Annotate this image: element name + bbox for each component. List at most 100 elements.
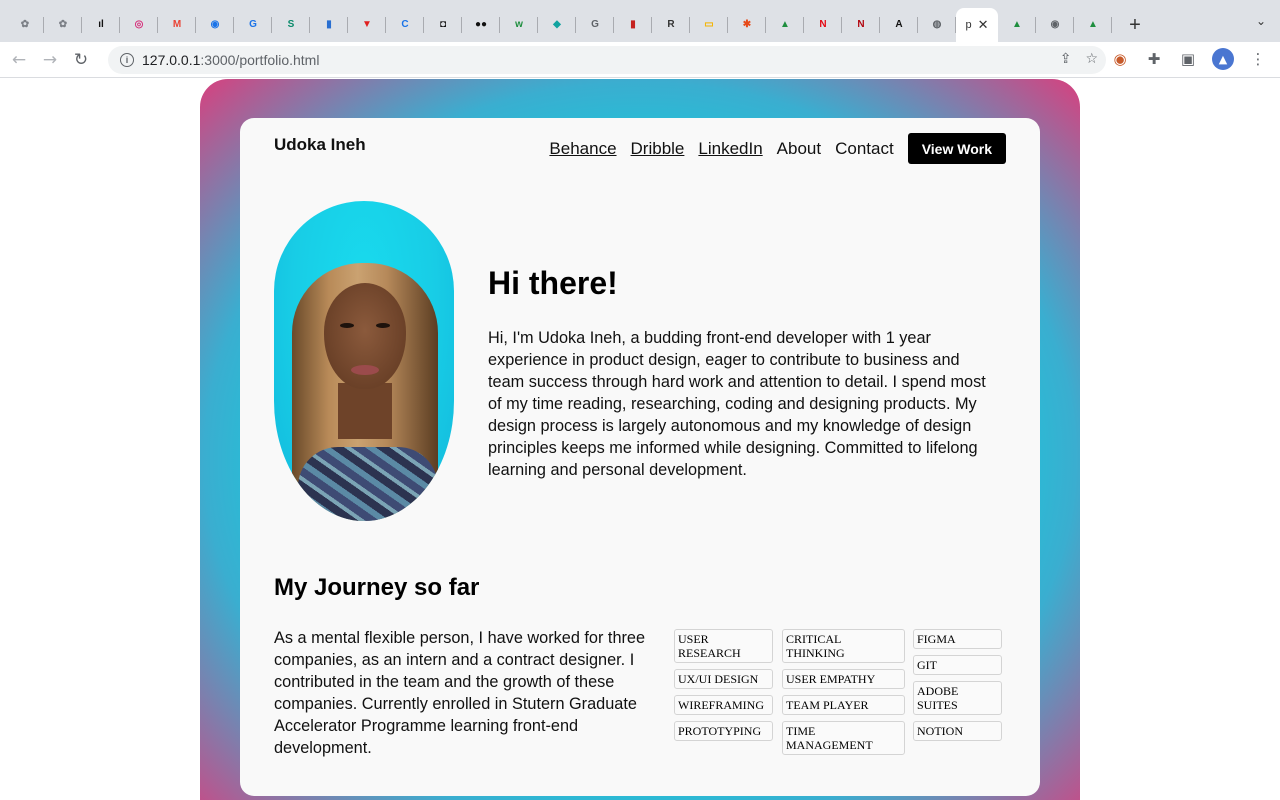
pluralsight-icon: ıl (98, 19, 104, 30)
skills-column-2: CRITICAL THINKING USER EMPATHY TEAM PLAY… (782, 629, 905, 755)
chrome-icon: ◉ (1050, 19, 1060, 30)
browser-tab[interactable]: C (386, 8, 424, 42)
active-tab[interactable]: p ✕ (956, 8, 998, 42)
browser-tab[interactable]: ●● (462, 8, 500, 42)
skill-tag: WIREFRAMING (674, 695, 773, 715)
hero-greeting: Hi there! (488, 265, 618, 301)
browser-tab[interactable]: ◎ (120, 8, 158, 42)
browser-tab[interactable]: ▮ (614, 8, 652, 42)
site-info-icon[interactable]: i (120, 53, 134, 67)
browser-tab[interactable]: G (234, 8, 272, 42)
browser-tab[interactable]: ◉ (1036, 8, 1074, 42)
browser-tab[interactable]: ◘ (424, 8, 462, 42)
browser-tab[interactable]: ▲ (1074, 8, 1112, 42)
bookmark-icon: ▮ (630, 19, 636, 30)
browser-tab[interactable]: ▲ (998, 8, 1036, 42)
nav-link-linkedin[interactable]: LinkedIn (698, 139, 762, 159)
webflow-icon: w (515, 19, 523, 30)
active-tab-title: p (965, 18, 972, 31)
nav-link-behance[interactable]: Behance (549, 139, 616, 159)
browser-toolbar: ← → ↻ i 127.0.0.1:3000/portfolio.html ⇪ … (0, 42, 1280, 78)
browser-tab[interactable]: G (576, 8, 614, 42)
grammarly-icon: G (249, 19, 257, 30)
skill-tag: USER EMPATHY (782, 669, 905, 689)
profile-avatar[interactable]: ▲ (1212, 48, 1234, 70)
browser-tab[interactable]: R (652, 8, 690, 42)
close-tab-icon[interactable]: ✕ (978, 18, 989, 33)
docs-icon: G (591, 19, 599, 30)
tab-search-icon[interactable]: ⌄ (1256, 14, 1266, 28)
skill-tag: PROTOTYPING (674, 721, 773, 741)
vivaldi-icon: ▼ (362, 19, 372, 30)
app-icon: ✿ (58, 19, 68, 30)
book-icon: ▮ (326, 19, 332, 30)
photo-outfit (298, 447, 438, 521)
medium-icon: ●● (474, 19, 488, 30)
browser-tab[interactable]: ◍ (918, 8, 956, 42)
url-path: :3000/portfolio.html (200, 52, 320, 68)
nav-link-dribble[interactable]: Dribble (631, 139, 685, 159)
forward-button[interactable]: → (38, 48, 62, 72)
site-nav: Behance Dribble LinkedIn About Contact V… (535, 133, 1006, 164)
browser-tab[interactable]: ▲ (766, 8, 804, 42)
browser-tab[interactable]: ✱ (728, 8, 766, 42)
drive-icon: ▲ (1088, 19, 1098, 30)
nav-link-contact[interactable]: Contact (835, 139, 894, 159)
browser-tab[interactable]: ◉ (196, 8, 234, 42)
profile-photo (274, 201, 454, 521)
asterisk-icon: ✱ (742, 19, 752, 30)
slides-icon: ▭ (704, 19, 714, 30)
netflix-icon: N (857, 19, 865, 30)
chrome-menu-icon[interactable]: ⋮ (1248, 49, 1268, 69)
skill-tag: NOTION (913, 721, 1002, 741)
journey-title: My Journey so far (274, 574, 480, 601)
browser-tab[interactable]: N (804, 8, 842, 42)
photo-neck (338, 383, 392, 439)
browser-tab[interactable]: ✿ (44, 8, 82, 42)
instagram-icon: ◎ (134, 19, 144, 30)
browser-tab[interactable]: ◆ (538, 8, 576, 42)
browser-tab[interactable]: ▭ (690, 8, 728, 42)
app-icon: ✿ (20, 19, 30, 30)
address-bar[interactable]: i 127.0.0.1:3000/portfolio.html ⇪ ☆ (108, 46, 1106, 74)
reload-button[interactable]: ↻ (69, 48, 93, 72)
side-panel-icon[interactable]: ▣ (1178, 49, 1198, 69)
skill-tag: USER RESEARCH (674, 629, 773, 663)
back-button[interactable]: ← (7, 48, 31, 72)
browser-tab[interactable]: ▮ (310, 8, 348, 42)
skills-column-1: USER RESEARCH UX/UI DESIGN WIREFRAMING P… (674, 629, 773, 741)
browser-tab[interactable]: ▼ (348, 8, 386, 42)
skills-column-3: FIGMA GIT ADOBE SUITES NOTION (913, 629, 1002, 741)
new-tab-button[interactable]: + (1120, 10, 1150, 40)
skill-tag: CRITICAL THINKING (782, 629, 905, 663)
r-icon: R (667, 19, 675, 30)
browser-tab[interactable]: S (272, 8, 310, 42)
site-brand[interactable]: Udoka Ineh (274, 135, 366, 155)
coursera-icon: C (401, 19, 409, 30)
photo-eye-right (376, 323, 390, 328)
extension-ublock-icon[interactable]: ◉ (1110, 49, 1130, 69)
content-card: Udoka Ineh Behance Dribble LinkedIn Abou… (240, 118, 1040, 796)
browser-tab[interactable]: A (880, 8, 918, 42)
bookmark-star-icon[interactable]: ☆ (1085, 51, 1098, 67)
browser-tab[interactable]: M (158, 8, 196, 42)
globe-icon: ◍ (932, 19, 942, 30)
browser-tab[interactable]: ✿ (6, 8, 44, 42)
drive-icon: ▲ (1012, 19, 1022, 30)
media-icon: ◘ (439, 19, 447, 30)
skill-tag: TIME MANAGEMENT (782, 721, 905, 755)
skill-tag: TEAM PLAYER (782, 695, 905, 715)
browser-tab[interactable]: w (500, 8, 538, 42)
url-host: 127.0.0.1 (142, 52, 201, 68)
nav-link-about[interactable]: About (777, 139, 821, 159)
browser-tab[interactable]: N (842, 8, 880, 42)
extensions-puzzle-icon[interactable]: ✚ (1144, 49, 1164, 69)
scribd-icon: S (287, 19, 295, 30)
view-work-button[interactable]: View Work (907, 133, 1006, 164)
skill-tag: FIGMA (913, 629, 1002, 649)
photo-eye-left (340, 323, 354, 328)
share-icon[interactable]: ⇪ (1060, 51, 1072, 67)
gmail-icon: M (172, 19, 182, 30)
browser-tab[interactable]: ıl (82, 8, 120, 42)
url-text[interactable]: 127.0.0.1:3000/portfolio.html (142, 52, 319, 68)
